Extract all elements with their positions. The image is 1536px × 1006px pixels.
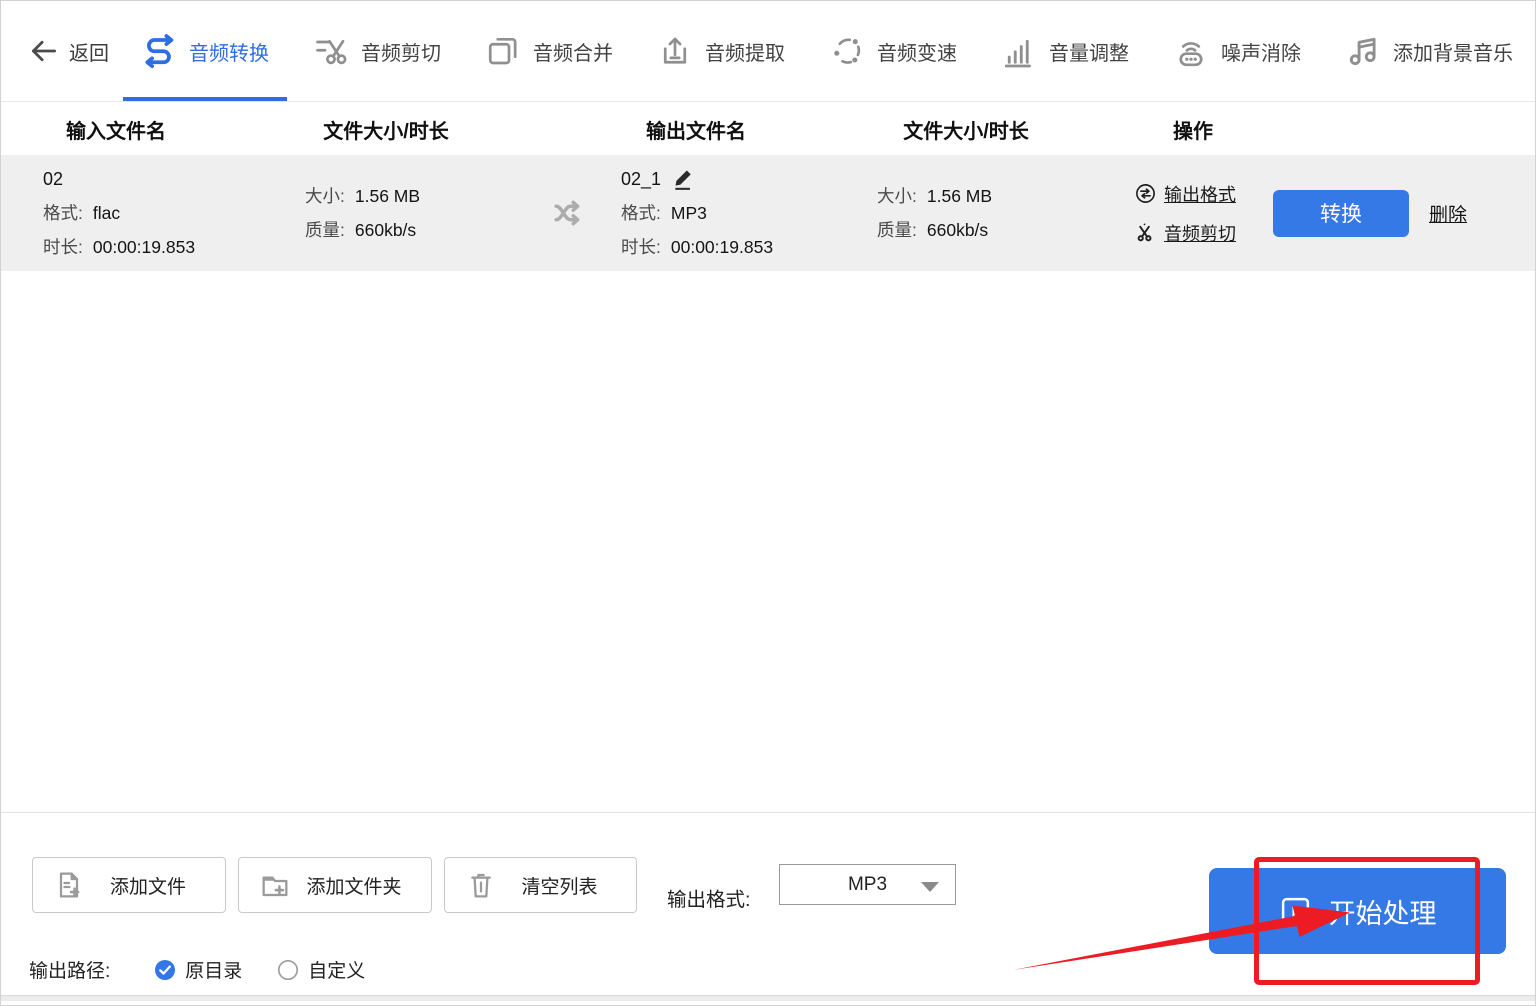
- audio-merge-icon: [485, 33, 521, 69]
- format-swap-icon: [1134, 182, 1157, 205]
- output-quality-value: 660kb/s: [926, 219, 989, 240]
- tab-audio-convert[interactable]: 音频转换: [119, 1, 291, 101]
- delete-link[interactable]: 删除: [1429, 205, 1467, 226]
- top-toolbar: 返回 音频转换 音频剪切 音频合并 音频提取 音频变速 音量调整 噪声消除 添加…: [1, 1, 1535, 102]
- app-window: 返回 音频转换 音频剪切 音频合并 音频提取 音频变速 音量调整 噪声消除 添加…: [0, 0, 1536, 1006]
- bottom-panel: 添加文件 添加文件夹 清空列表 输出格式: MP3 开始处理 输出路径: 原目录…: [1, 812, 1535, 1001]
- edit-name-icon[interactable]: [671, 167, 697, 193]
- volume-adjust-icon: [1001, 33, 1037, 69]
- tab-label: 添加背景音乐: [1393, 42, 1513, 65]
- back-arrow-icon: [29, 36, 59, 66]
- tab-label: 噪声消除: [1221, 42, 1301, 65]
- output-format-select[interactable]: MP3: [779, 864, 956, 905]
- add-folder-icon: [259, 869, 291, 901]
- tab-volume-adjust[interactable]: 音量调整: [979, 1, 1151, 101]
- tab-audio-cut[interactable]: 音频剪切: [291, 1, 463, 101]
- tab-audio-speed[interactable]: 音频变速: [807, 1, 979, 101]
- input-size-value: 1.56 MB: [354, 185, 421, 206]
- output-format-value: MP3: [670, 202, 707, 223]
- clear-list-button[interactable]: 清空列表: [444, 857, 637, 913]
- convert-button[interactable]: 转换: [1273, 189, 1409, 237]
- noise-removal-icon: [1173, 33, 1209, 69]
- radio-checked-icon: [154, 959, 176, 981]
- audio-extract-icon: [657, 33, 693, 69]
- input-file-name: 02: [43, 168, 64, 189]
- radio-unchecked-icon: [277, 959, 299, 981]
- input-file-cell: 02 格式: flac 时长: 00:00:19.853: [43, 166, 305, 261]
- add-folder-button[interactable]: 添加文件夹: [238, 857, 432, 913]
- header-input-filename: 输入文件名: [66, 120, 166, 143]
- tab-label: 音频剪切: [361, 42, 441, 65]
- radio-original-directory[interactable]: 原目录: [154, 956, 242, 983]
- add-file-button[interactable]: 添加文件: [32, 857, 226, 913]
- trash-icon: [465, 869, 497, 901]
- play-icon: [1279, 895, 1312, 928]
- header-input-size-duration: 文件大小/时长: [323, 120, 449, 143]
- tab-audio-extract[interactable]: 音频提取: [635, 1, 807, 101]
- chevron-down-icon: [921, 882, 939, 892]
- tab-noise-removal[interactable]: 噪声消除: [1151, 1, 1323, 101]
- header-output-filename: 输出文件名: [646, 120, 746, 143]
- tab-add-bgm[interactable]: 添加背景音乐: [1323, 1, 1535, 101]
- scissors-icon: [1134, 221, 1157, 244]
- add-file-icon: [53, 869, 85, 901]
- row-operations-cell: 输出格式 音频剪切: [1103, 181, 1265, 246]
- radio-custom-directory[interactable]: 自定义: [277, 956, 365, 983]
- input-duration-value: 00:00:19.853: [92, 236, 196, 257]
- audio-cut-icon: [313, 33, 349, 69]
- output-file-name: 02_1: [621, 168, 662, 189]
- start-processing-button[interactable]: 开始处理: [1209, 868, 1506, 954]
- output-format-label: 输出格式:: [667, 889, 751, 911]
- header-output-size-duration: 文件大小/时长: [903, 120, 1029, 143]
- audio-cut-link[interactable]: 音频剪切: [1134, 220, 1265, 246]
- output-file-cell: 02_1 格式: MP3 时长: 00:00:19.853: [603, 166, 855, 261]
- output-format-link[interactable]: 输出格式: [1134, 181, 1265, 207]
- audio-convert-icon: [141, 33, 177, 69]
- output-duration-value: 00:00:19.853: [670, 236, 774, 257]
- input-quality-value: 660kb/s: [354, 219, 417, 240]
- output-size-value: 1.56 MB: [926, 185, 993, 206]
- audio-speed-icon: [829, 33, 865, 69]
- format-selected-value: MP3: [847, 873, 888, 895]
- tab-label: 音量调整: [1049, 42, 1129, 65]
- tab-label: 音频合并: [533, 42, 613, 65]
- back-label: 返回: [69, 42, 109, 65]
- tab-label: 音频变速: [877, 42, 957, 65]
- output-path-row: 输出路径: 原目录 自定义: [29, 956, 365, 983]
- tab-label: 音频提取: [705, 42, 785, 65]
- output-path-label: 输出路径:: [29, 961, 111, 982]
- table-row: 02 格式: flac 时长: 00:00:19.853 大小: 1.56 MB 质量…: [1, 155, 1535, 271]
- music-note-icon: [1345, 33, 1381, 69]
- input-format-value: flac: [92, 202, 121, 223]
- shuffle-icon: [535, 195, 603, 231]
- window-bottom-edge: [1, 995, 1535, 1001]
- header-operations: 操作: [1173, 120, 1213, 143]
- table-header: 输入文件名 文件大小/时长 输出文件名 文件大小/时长 操作: [1, 103, 1535, 155]
- tab-label: 音频转换: [189, 42, 269, 65]
- feature-tabs: 音频转换 音频剪切 音频合并 音频提取 音频变速 音量调整 噪声消除 添加背景音…: [119, 1, 1535, 101]
- tab-audio-merge[interactable]: 音频合并: [463, 1, 635, 101]
- back-button[interactable]: 返回: [29, 36, 109, 66]
- input-size-cell: 大小: 1.56 MB 质量: 660kb/s: [305, 183, 535, 244]
- output-size-cell: 大小: 1.56 MB 质量: 660kb/s: [855, 183, 1103, 244]
